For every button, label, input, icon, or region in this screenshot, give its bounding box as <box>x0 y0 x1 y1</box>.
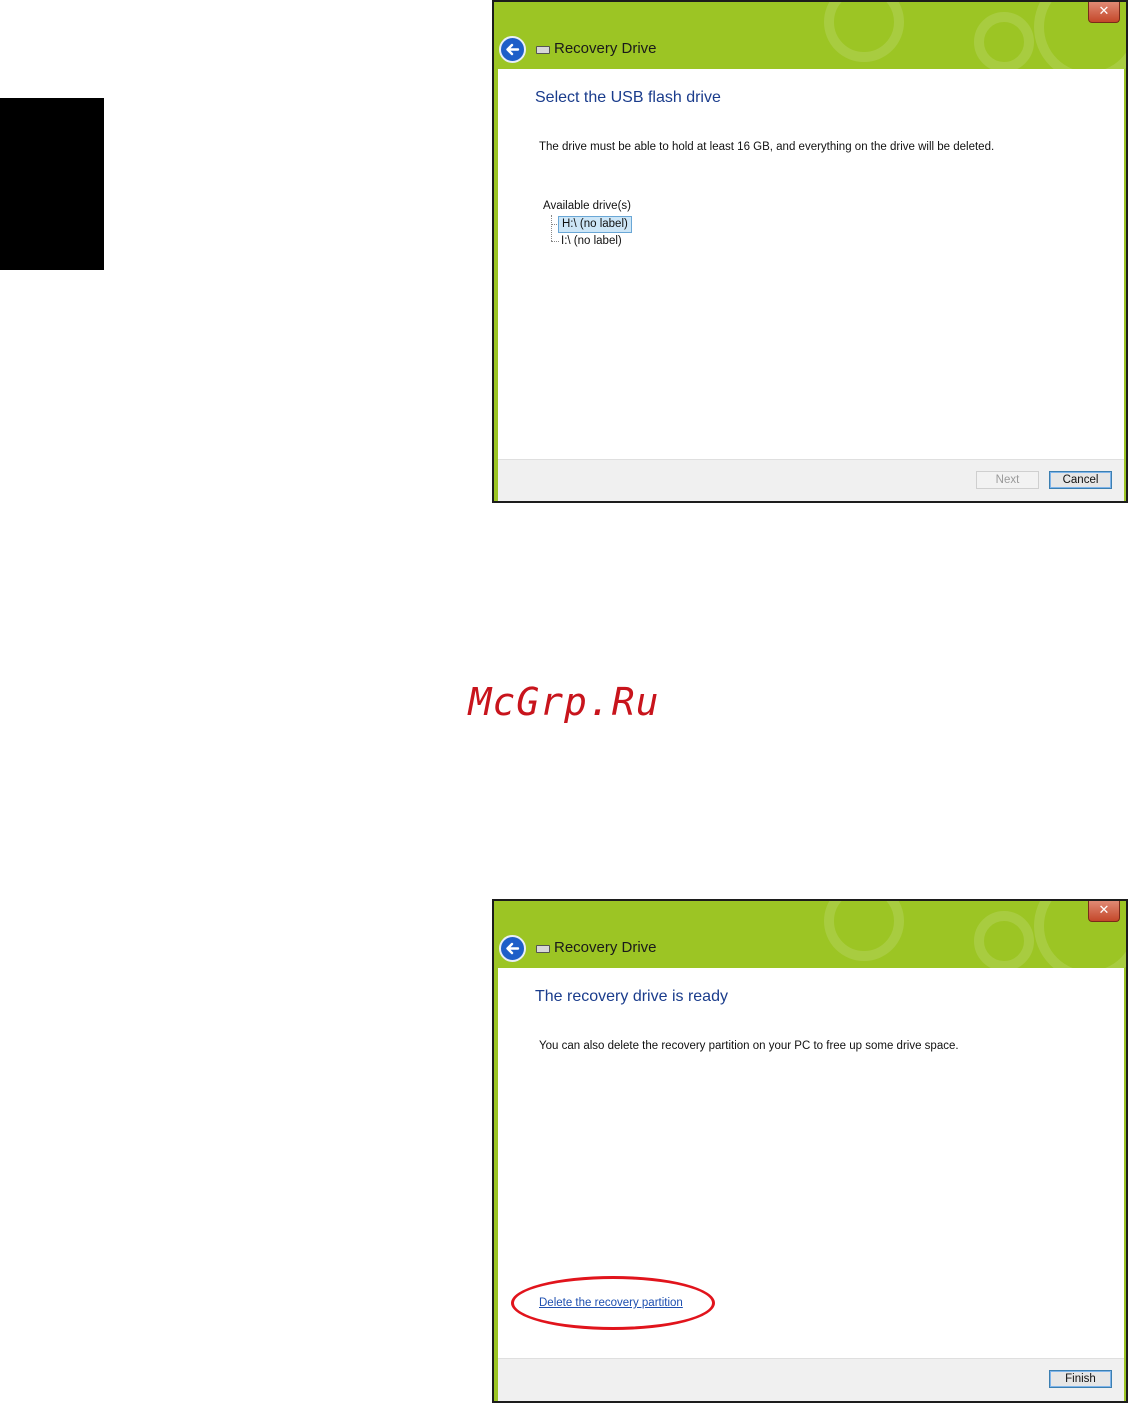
finish-button[interactable]: Finish <box>1049 1370 1112 1388</box>
title-decoration <box>824 2 904 62</box>
page-heading: Select the USB flash drive <box>535 89 721 106</box>
delete-recovery-partition-link[interactable]: Delete the recovery partition <box>539 1297 683 1309</box>
back-arrow-button[interactable] <box>499 935 526 962</box>
back-arrow-button[interactable] <box>499 36 526 63</box>
tree-connector <box>551 215 552 241</box>
cancel-button[interactable]: Cancel <box>1049 471 1112 489</box>
close-button[interactable]: ✕ <box>1088 2 1120 23</box>
wizard-content: The recovery drive is ready You can also… <box>498 968 1124 1358</box>
page-heading: The recovery drive is ready <box>535 988 728 1005</box>
back-arrow-icon <box>506 43 520 56</box>
drive-item-i[interactable]: I:\ (no label) <box>558 234 625 249</box>
title-decoration <box>974 12 1034 72</box>
title-bar: ✕ Recovery Drive <box>494 901 1126 981</box>
wizard-footer: Finish <box>498 1358 1124 1401</box>
title-bar: ✕ Recovery Drive <box>494 2 1126 82</box>
back-arrow-icon <box>506 942 520 955</box>
recovery-drive-window-ready: ✕ Recovery Drive The recovery drive is r… <box>492 899 1128 1403</box>
wizard-content: Select the USB flash drive The drive mus… <box>498 69 1124 459</box>
drive-icon <box>536 46 550 54</box>
page-description: The drive must be able to hold at least … <box>539 141 995 153</box>
drive-item-h[interactable]: H:\ (no label) <box>558 216 632 233</box>
next-button[interactable]: Next <box>976 471 1039 489</box>
close-button[interactable]: ✕ <box>1088 901 1120 922</box>
available-drives-label: Available drive(s) <box>543 200 631 212</box>
recovery-drive-window-select: ✕ Recovery Drive Select the USB flash dr… <box>492 0 1128 503</box>
wizard-footer: Next Cancel <box>498 459 1124 501</box>
title-decoration <box>824 901 904 961</box>
black-side-tab <box>0 98 104 270</box>
window-title: Recovery Drive <box>554 40 657 57</box>
title-decoration <box>974 911 1034 971</box>
drive-icon <box>536 945 550 953</box>
watermark-text: McGrp.Ru <box>468 680 660 724</box>
window-title: Recovery Drive <box>554 939 657 956</box>
page-description: You can also delete the recovery partiti… <box>539 1040 959 1052</box>
